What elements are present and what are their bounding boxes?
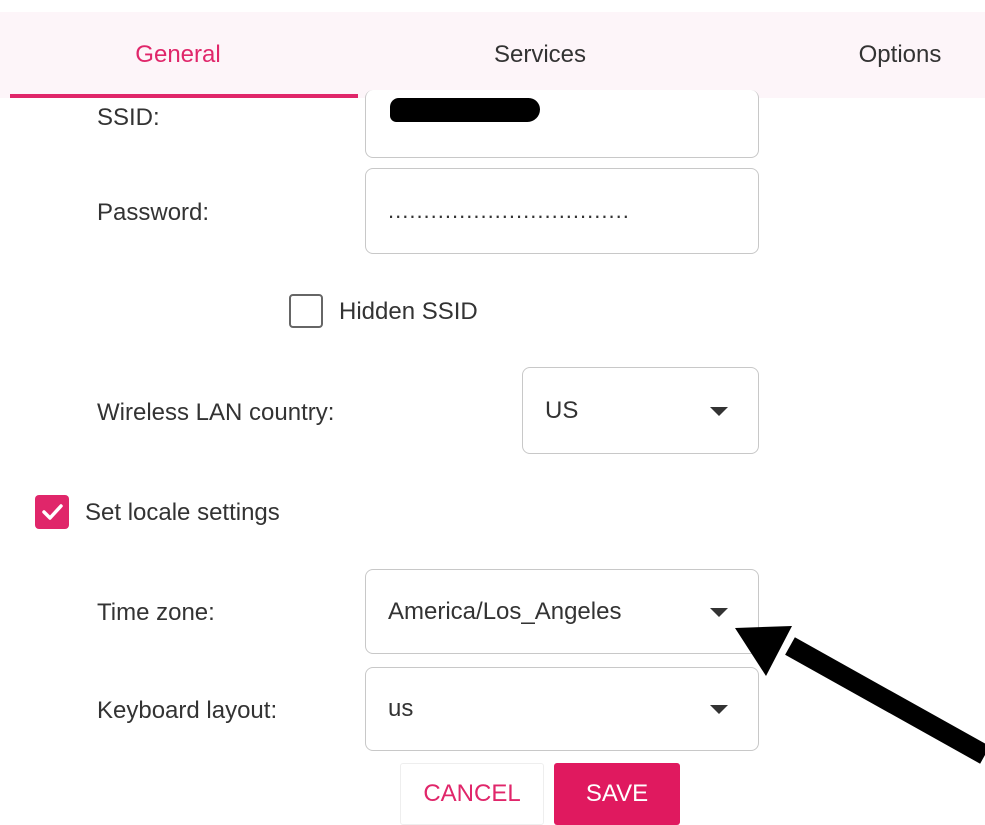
timezone-select[interactable]: America/Los_Angeles [365,569,759,654]
wlan-country-select[interactable]: US [522,367,759,454]
checkmark-icon [42,504,63,520]
tab-bar: General Services Options [0,12,985,98]
password-input[interactable]: .................................. [365,168,759,254]
wlan-country-label: Wireless LAN country: [97,399,335,426]
ssid-label: SSID: [97,104,160,131]
cancel-button[interactable]: CANCEL [400,763,544,825]
timezone-value: America/Los_Angeles [388,597,622,625]
tab-options[interactable]: Options [730,12,985,98]
save-button[interactable]: SAVE [554,763,680,825]
tab-services[interactable]: Services [370,12,710,98]
keyboard-select[interactable]: us [365,667,759,751]
tab-general[interactable]: General [8,12,348,98]
hidden-ssid-checkbox[interactable] [289,294,323,328]
password-label: Password: [97,199,210,226]
timezone-label: Time zone: [97,599,215,626]
caret-down-icon [710,607,728,617]
keyboard-label: Keyboard layout: [97,697,278,724]
hidden-ssid-label: Hidden SSID [339,298,478,325]
ssid-input[interactable] [365,90,759,158]
active-tab-indicator [10,94,358,98]
ssid-redaction-mark [390,98,540,122]
caret-down-icon [710,705,728,714]
set-locale-checkbox[interactable] [35,495,69,529]
wlan-country-value: US [545,396,579,424]
set-locale-label: Set locale settings [85,499,280,526]
caret-down-icon [710,406,728,416]
keyboard-value: us [388,695,414,722]
password-mask: .................................. [388,198,630,223]
